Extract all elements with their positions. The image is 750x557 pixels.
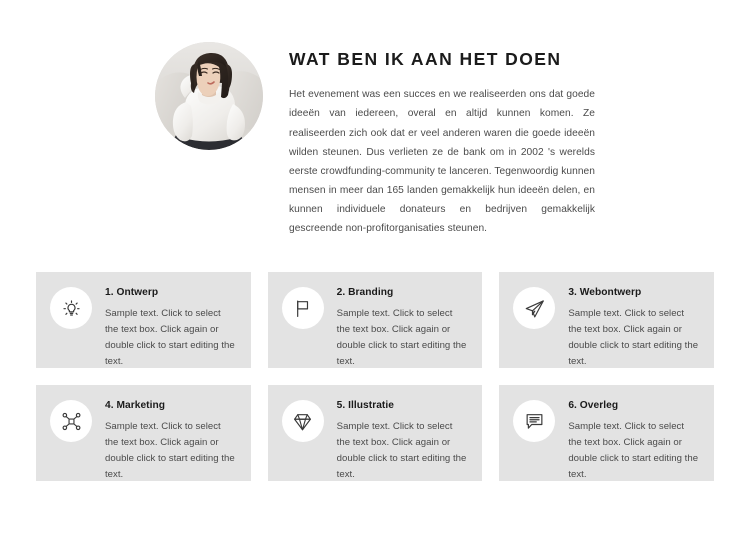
feature-card-title: 2. Branding (336, 287, 394, 298)
feature-card-text: Sample text. Click to select the text bo… (568, 308, 699, 368)
feature-card-title: 6. Overleg (568, 400, 619, 411)
feature-card-text: Sample text. Click to select the text bo… (105, 308, 235, 368)
feature-card-text: Sample text. Click to select the text bo… (336, 308, 467, 368)
feature-card-body: 1. Ontwerp Sample text. Click to select … (105, 286, 237, 370)
feature-card-title: 5. Illustratie (336, 400, 394, 411)
feature-card-text: Sample text. Click to select the text bo… (105, 421, 235, 481)
feature-card[interactable]: 4. Marketing Sample text. Click to selec… (36, 385, 251, 481)
feature-card[interactable]: 6. Overleg Sample text. Click to select … (499, 385, 714, 481)
page-title: WAT BEN IK AAN HET DOEN (289, 49, 562, 69)
lightbulb-icon (50, 287, 92, 329)
page-root: WAT BEN IK AAN HET DOEN Het evenement wa… (0, 0, 750, 557)
hero-photo-container (155, 42, 263, 150)
feature-card[interactable]: 3. Webontwerp Sample text. Click to sele… (499, 272, 714, 368)
feature-card[interactable]: 5. Illustratie Sample text. Click to sel… (267, 385, 483, 483)
diamond-icon (281, 400, 324, 442)
avatar (155, 42, 263, 150)
feature-card-text: Sample text. Click to select the text bo… (336, 421, 467, 481)
paper-plane-icon (513, 287, 556, 329)
network-nodes-icon (50, 400, 92, 442)
feature-card[interactable]: 1. Ontwerp Sample text. Click to select … (36, 272, 251, 368)
feature-card-title: 3. Webontwerp (568, 287, 642, 298)
hero-paragraph: Het evenement was een succes en we reali… (289, 89, 595, 235)
feature-card-body: 4. Marketing Sample text. Click to selec… (105, 399, 237, 483)
feature-card-body: 3. Webontwerp Sample text. Click to sele… (568, 286, 700, 370)
feature-card-body: 5. Illustratie Sample text. Click to sel… (337, 399, 469, 483)
hero-text-block: WAT BEN IK AAN HET DOEN Het evenement wa… (289, 48, 595, 239)
feature-card-title: 1. Ontwerp (105, 287, 159, 298)
feature-card-grid: 1. Ontwerp Sample text. Click to select … (36, 272, 714, 481)
flag-icon (281, 287, 324, 329)
feature-card-text: Sample text. Click to select the text bo… (568, 421, 699, 481)
feature-card[interactable]: 2. Branding Sample text. Click to select… (267, 272, 483, 370)
feature-card-body: 6. Overleg Sample text. Click to select … (568, 399, 700, 483)
feature-card-title: 4. Marketing (105, 400, 166, 411)
hero-section: WAT BEN IK AAN HET DOEN Het evenement wa… (0, 0, 750, 258)
feature-card-body: 2. Branding Sample text. Click to select… (337, 286, 469, 370)
speech-bubble-icon (513, 400, 556, 442)
